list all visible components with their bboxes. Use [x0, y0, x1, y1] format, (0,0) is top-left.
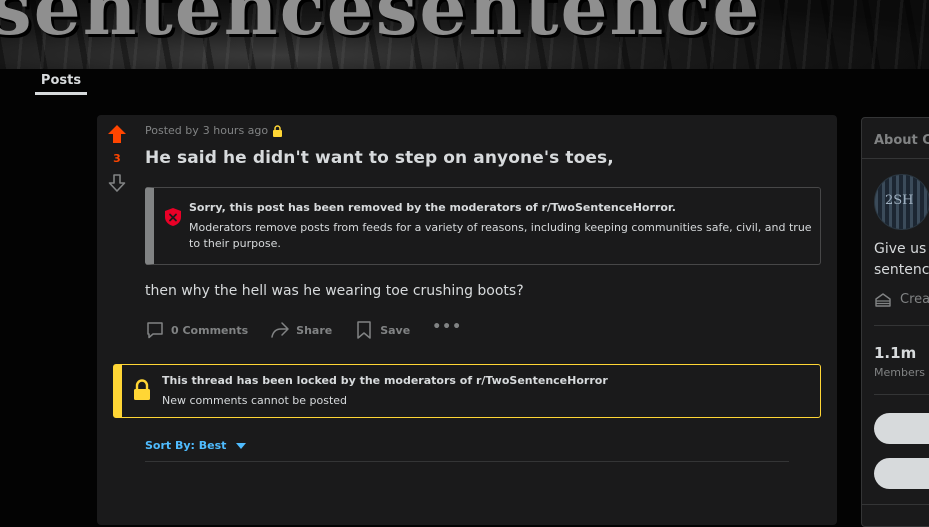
caret-down-icon	[236, 442, 247, 449]
post-body: then why the hell was he wearing toe cru…	[145, 283, 524, 299]
members-count: 1.1m	[874, 344, 917, 362]
comment-icon	[147, 322, 163, 339]
share-icon	[271, 322, 289, 338]
share-label: Share	[296, 323, 333, 337]
locked-padlock-icon	[134, 379, 150, 400]
comments-divider	[145, 461, 789, 462]
post-card: 3 Posted by 3 hours ago He said he didn'…	[97, 115, 837, 525]
sidebar-divider	[874, 394, 929, 395]
subreddit-tab-bar: Posts	[0, 69, 929, 99]
created-row: Crea	[874, 290, 929, 308]
sort-dropdown[interactable]: Sort By: Best	[145, 439, 247, 452]
members-label: Members	[874, 366, 925, 379]
created-label: Crea	[900, 291, 929, 307]
more-options-button[interactable]: •••	[432, 319, 462, 335]
description-line-1: Give us y	[874, 241, 929, 257]
comments-label: 0 Comments	[171, 323, 249, 337]
post-meta: Posted by 3 hours ago	[145, 124, 283, 137]
community-description: Give us y sentence	[874, 239, 929, 281]
posted-by-label: Posted by	[145, 124, 199, 137]
create-post-button[interactable]	[874, 458, 929, 489]
locked-notice-body: New comments cannot be posted	[162, 394, 348, 407]
lock-icon	[273, 124, 283, 137]
post-title[interactable]: He said he didn't want to step on anyone…	[145, 148, 614, 168]
cake-icon	[875, 293, 891, 307]
post-actions: 0 Comments Share Save •••	[145, 318, 462, 342]
removed-notice-body: Moderators remove posts from feeds for a…	[189, 221, 812, 250]
join-button[interactable]	[874, 413, 929, 444]
sort-label: Sort By: Best	[145, 439, 227, 452]
about-community-card: About C 2SH Give us y sentence Crea 1.1m…	[861, 117, 929, 527]
locked-notice-title: This thread has been locked by the moder…	[162, 374, 608, 387]
sidebar-divider	[862, 504, 929, 505]
avatar-text: 2SH	[885, 193, 914, 208]
comments-button[interactable]: 0 Comments	[145, 320, 248, 340]
vote-score: 3	[113, 152, 121, 165]
sidebar-divider	[862, 158, 929, 159]
description-line-2: sentence	[874, 262, 929, 278]
upvote-arrow-icon[interactable]	[107, 124, 127, 144]
post-timestamp[interactable]: 3 hours ago	[203, 124, 268, 137]
about-community-heading: About C	[874, 133, 929, 148]
tab-posts[interactable]: Posts	[35, 73, 87, 95]
sidebar-divider	[874, 325, 929, 326]
save-label: Save	[380, 323, 411, 337]
subreddit-banner: sentencesentence	[0, 0, 929, 69]
banner-title: sentencesentence	[0, 0, 762, 52]
locked-notice: This thread has been locked by the moder…	[113, 364, 821, 418]
downvote-arrow-icon[interactable]	[107, 173, 127, 193]
removed-shield-icon	[165, 208, 181, 226]
community-avatar[interactable]: 2SH	[874, 174, 929, 230]
removed-notice: Sorry, this post has been removed by the…	[145, 187, 821, 265]
share-button[interactable]: Share	[270, 320, 332, 340]
bookmark-icon	[357, 321, 371, 339]
removed-notice-title: Sorry, this post has been removed by the…	[189, 201, 676, 214]
save-button[interactable]: Save	[354, 320, 410, 340]
